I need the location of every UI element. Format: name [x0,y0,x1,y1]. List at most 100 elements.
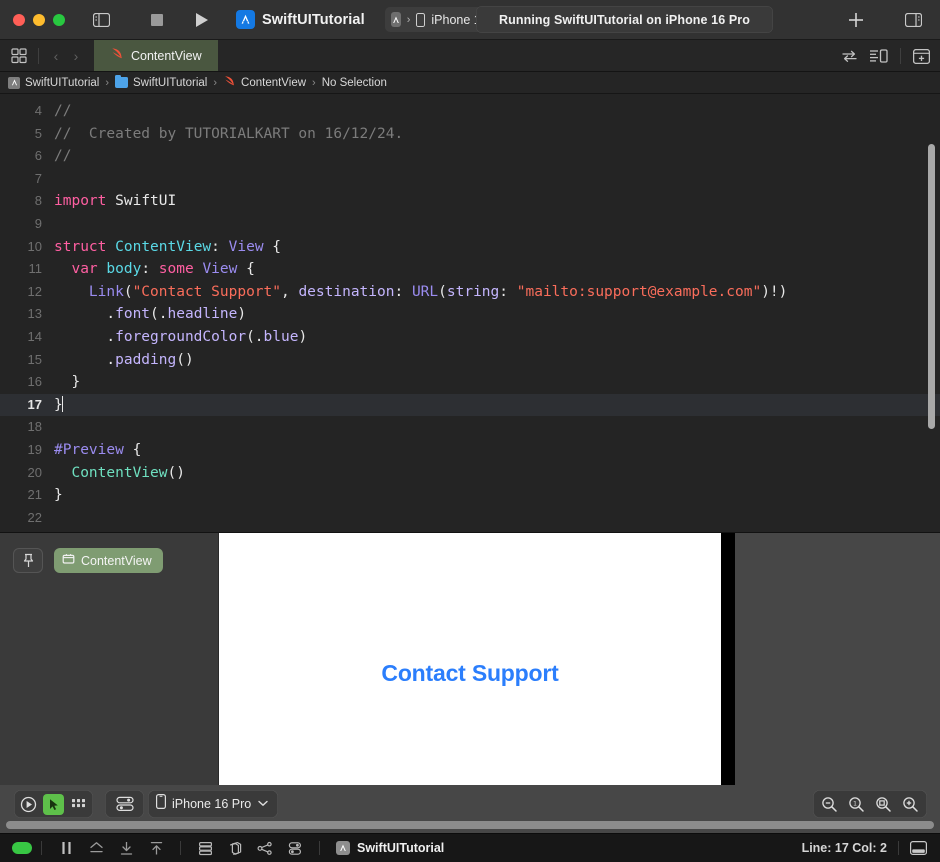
code-token: . [54,351,116,368]
pointer-select-icon[interactable] [43,793,64,815]
scheme-selector[interactable]: SwiftUITutorial [236,10,365,29]
canvas-toolbar: iPhone 16 Pro 1 [0,785,940,833]
code-line[interactable]: 13 .font(.headline) [0,303,940,326]
code-line[interactable]: 22 [0,507,940,530]
minimize-window-button[interactable] [33,13,45,26]
code-text: // [54,100,940,123]
environment-overrides-icon[interactable] [280,841,310,856]
code-token: Link [88,283,124,300]
destination-label: iPhone 1 [431,12,481,27]
code-line[interactable]: 19 #Preview { [0,439,940,462]
destination-selector[interactable]: › iPhone 1 [384,7,490,32]
tab-contentview[interactable]: ContentView [94,40,218,71]
code-text: // [54,145,940,168]
code-line[interactable]: 20 ContentView() [0,462,940,485]
memory-graph-icon[interactable] [220,841,250,856]
preview-variants-icon[interactable] [68,794,89,815]
breadcrumb-item-group[interactable]: SwiftUITutorial [115,75,208,89]
code-line[interactable]: 4 // [0,100,940,123]
device-picker-group[interactable]: iPhone 16 Pro [148,790,279,818]
chevron-down-icon[interactable] [258,799,268,810]
code-token: SwiftUI [115,193,177,210]
activity-status[interactable]: Running SwiftUITutorial on iPhone 16 Pro [476,6,773,33]
project-icon [336,841,350,855]
run-button[interactable] [194,12,209,28]
code-line[interactable]: 17} [0,393,940,417]
source-editor[interactable]: 4 // 5 // Created by TUTORIALKART on 16/12/… [0,94,940,532]
zoom-100-icon[interactable]: 1 [846,794,867,815]
code-line[interactable]: 12 Link("Contact Support", destination: … [0,281,940,304]
code-text: Link("Contact Support", destination: URL… [54,281,940,304]
tab-grid-icon[interactable] [7,47,31,64]
navigator-toggle-icon[interactable] [93,12,110,27]
line-number: 14 [27,328,42,344]
editor-tab-bar: ‹ › ContentView [0,40,940,72]
tab-divider [38,47,39,64]
device-screen[interactable]: Contact Support [219,533,721,785]
breadcrumb-label: SwiftUITutorial [133,76,208,89]
live-preview-icon[interactable] [18,794,39,815]
code-line[interactable]: 18 [0,416,940,439]
code-line[interactable]: 10 struct ContentView: View { [0,236,940,259]
step-into-icon[interactable] [141,841,171,856]
code-line[interactable]: 11 var body: some View { [0,258,940,281]
breadcrumb-item-file[interactable]: ContentView [223,74,306,92]
code-line[interactable]: 9 [0,213,940,236]
swift-file-icon [223,74,236,92]
code-text: var body: some View { [54,258,940,281]
close-window-button[interactable] [13,13,25,26]
zoom-fit-icon[interactable] [873,794,894,815]
line-number: 8 [34,193,42,209]
code-token: : [211,238,229,255]
editor-options-icon[interactable] [869,49,888,63]
editor-vertical-scrollbar[interactable] [928,144,935,429]
code-line[interactable]: 14 .foregroundColor(.blue) [0,326,940,349]
project-icon [8,76,20,89]
device-settings-icon[interactable] [114,794,135,815]
line-number: 5 [34,125,42,141]
nav-forward-button[interactable]: › [66,40,86,72]
code-token: ) [237,306,247,323]
pin-preview-button[interactable] [13,548,43,573]
preview-name-pill[interactable]: ContentView [54,548,163,573]
zoom-in-icon[interactable] [900,794,921,815]
code-line[interactable]: 5 // Created by TUTORIALKART on 16/12/24. [0,123,940,146]
pause-icon[interactable] [51,841,81,855]
code-token: } [54,374,81,391]
line-number: 19 [27,441,42,457]
code-token: : [499,283,517,300]
build-status-indicator[interactable] [12,842,32,854]
breadcrumb-label: No Selection [321,76,387,89]
code-line[interactable]: 15 .padding() [0,349,940,372]
debug-hierarchy-icon[interactable] [250,841,280,856]
tab-bar-left: ‹ › [0,40,86,71]
maximize-window-button[interactable] [53,13,65,26]
step-over-icon[interactable] [111,841,141,856]
preview-link-text[interactable]: Contact Support [381,660,558,687]
code-line[interactable]: 7 [0,168,940,191]
status-project[interactable]: SwiftUITutorial [336,841,444,855]
inspector-toggle-icon[interactable] [905,12,922,27]
zoom-out-icon[interactable] [819,794,840,815]
breadcrumb-item-selection[interactable]: No Selection [322,77,387,89]
breadcrumb-item-project[interactable]: SwiftUITutorial [8,76,99,89]
variables-view-icon[interactable] [190,841,220,856]
swap-editors-icon[interactable] [841,49,858,63]
device-settings-group[interactable] [105,790,144,818]
code-line[interactable]: 6 // [0,145,940,168]
canvas-horizontal-scrollbar[interactable] [6,821,934,829]
code-line[interactable]: 8 import SwiftUI [0,190,940,213]
add-editor-icon[interactable] [913,48,930,64]
code-token: body [106,261,142,278]
code-text: // Created by TUTORIALKART on 16/12/24. [54,123,940,146]
add-icon[interactable] [847,11,865,29]
stop-button[interactable] [150,13,164,27]
line-number: 21 [27,487,42,503]
code-line[interactable]: 16 } [0,371,940,394]
code-token: } [54,487,63,504]
toggle-debug-area-icon[interactable] [910,841,927,855]
nav-back-button[interactable]: ‹ [46,40,66,72]
code-line[interactable]: 21} [0,484,940,507]
code-lines[interactable]: 4 // 5 // Created by TUTORIALKART on 16/12/… [0,94,940,529]
hide-debug-area-icon[interactable] [81,841,111,855]
